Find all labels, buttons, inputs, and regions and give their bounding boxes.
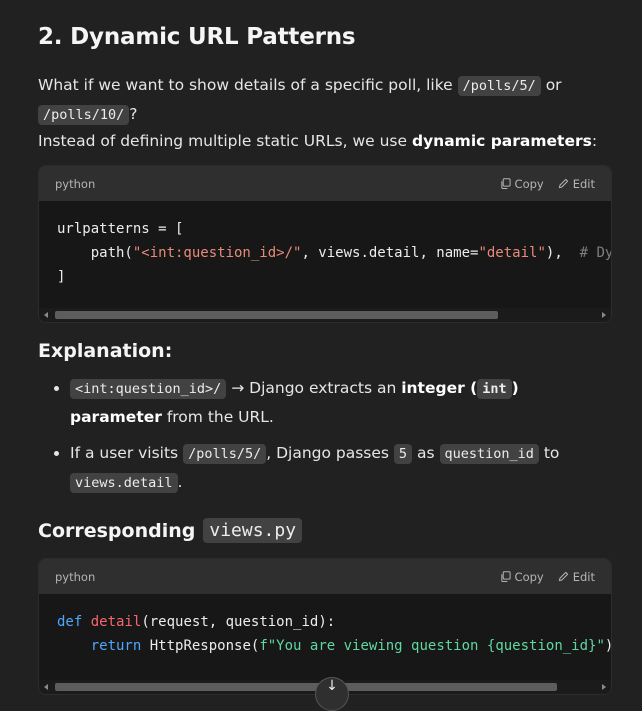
copy-button[interactable]: Copy — [500, 177, 544, 191]
code-keyword: return — [90, 638, 142, 654]
copy-button[interactable]: Copy — [500, 570, 544, 584]
inline-code: /polls/5/ — [457, 76, 541, 96]
explanation-list: <int:question_id>/ → Django extracts an … — [38, 374, 610, 505]
code-block-views: python Copy Edit def detail(request, que… — [38, 558, 612, 695]
code-block-header: python Copy Edit — [39, 559, 611, 594]
section-heading: 2. Dynamic URL Patterns — [38, 24, 356, 50]
edit-label: Edit — [572, 569, 595, 584]
scroll-left-arrow[interactable] — [44, 312, 48, 318]
code-language-label: python — [55, 569, 96, 584]
code-comment: # Dy — [579, 245, 611, 261]
inline-code: <int:question_id>/ — [70, 379, 227, 399]
inline-code: views.detail — [70, 473, 178, 493]
edit-label: Edit — [572, 176, 595, 191]
text: from the URL. — [161, 408, 274, 426]
code-line: urlpatterns = [ — [57, 221, 184, 237]
text: : — [591, 132, 598, 150]
code-block-actions: Copy Edit — [500, 177, 595, 191]
scroll-left-arrow[interactable] — [44, 684, 48, 690]
code-token: ) — [605, 638, 611, 654]
edit-button[interactable]: Edit — [558, 570, 595, 584]
corresponding-heading: Corresponding views.py — [38, 518, 303, 543]
code-token: ), — [545, 245, 580, 261]
code-string: "detail" — [478, 245, 546, 261]
copy-icon — [500, 571, 511, 582]
code-token: HttpResponse( — [141, 638, 260, 654]
copy-icon — [500, 178, 511, 189]
text: If a user visits — [70, 444, 184, 462]
text: → Django extracts an — [226, 379, 402, 397]
scroll-right-arrow[interactable] — [602, 312, 606, 318]
code-content: urlpatterns = [ path("<int:question_id>/… — [39, 201, 611, 289]
bold-text: dynamic parameters — [411, 132, 592, 150]
intro-paragraph: What if we want to show details of a spe… — [38, 71, 598, 129]
text: , Django passes — [266, 444, 394, 462]
text: or — [540, 76, 562, 94]
text: . — [177, 473, 183, 491]
inline-code: views.py — [203, 518, 303, 543]
code-token: path( — [57, 245, 133, 261]
explanation-heading: Explanation: — [38, 340, 173, 362]
inline-code: 5 — [393, 444, 413, 464]
code-token: , views.detail, name= — [301, 245, 479, 261]
text: ? — [129, 105, 138, 123]
inline-code: question_id — [439, 444, 539, 464]
text: Instead of defining multiple static URLs… — [38, 132, 412, 150]
inline-code: /polls/10/ — [38, 105, 130, 125]
copy-label: Copy — [514, 569, 544, 584]
list-item: If a user visits /polls/5/, Django passe… — [70, 439, 610, 497]
edit-icon — [558, 571, 568, 582]
code-string: "<int:question_id>/" — [132, 245, 302, 261]
horizontal-scrollbar[interactable] — [39, 308, 611, 322]
heading-text: Corresponding — [38, 519, 196, 542]
code-string: f"You are viewing question {question_id}… — [259, 638, 605, 654]
edit-button[interactable]: Edit — [558, 177, 595, 191]
list-item: <int:question_id>/ → Django extracts an … — [70, 374, 610, 431]
scroll-to-bottom-button[interactable]: ↓ — [315, 677, 349, 711]
text: What if we want to show details of a spe… — [38, 76, 458, 94]
inline-code: int — [477, 379, 512, 399]
copy-label: Copy — [514, 176, 544, 191]
code-token: (request, question_id): — [141, 614, 336, 630]
scrollbar-thumb[interactable] — [55, 311, 498, 319]
code-line: ] — [57, 269, 66, 285]
code-block-header: python Copy Edit — [39, 166, 611, 201]
code-block-actions: Copy Edit — [500, 570, 595, 584]
arrow-down-icon: ↓ — [326, 678, 338, 694]
scrollbar-thumb[interactable] — [55, 683, 557, 691]
scroll-right-arrow[interactable] — [602, 684, 606, 690]
text: as — [412, 444, 440, 462]
bold-text: integer ( — [401, 379, 478, 397]
code-function: detail — [82, 614, 142, 630]
code-block-urls: python Copy Edit urlpatterns = [ path("<… — [38, 165, 612, 323]
dynamic-params-paragraph: Instead of defining multiple static URLs… — [38, 127, 598, 155]
text: to — [538, 444, 560, 462]
code-language-label: python — [55, 176, 96, 191]
code-keyword: def — [57, 614, 83, 630]
code-content: def detail(request, question_id): return… — [39, 594, 611, 658]
inline-code: /polls/5/ — [183, 444, 267, 464]
edit-icon — [558, 178, 568, 189]
